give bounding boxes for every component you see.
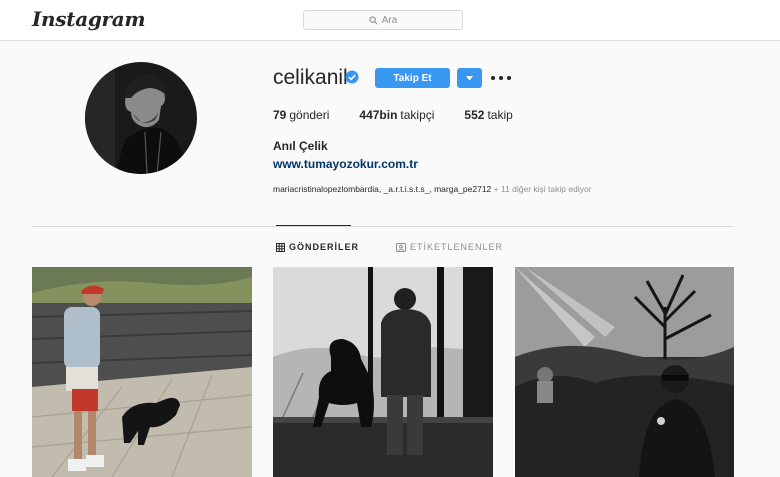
tab-posts[interactable]: GÖNDERİLER <box>276 242 359 252</box>
profile-full-name: Anıl Çelik <box>273 139 328 153</box>
instagram-logo[interactable]: Instagram <box>32 7 146 31</box>
profile-website-link[interactable]: www.tumayozokur.com.tr <box>273 157 418 171</box>
verified-badge-icon <box>345 70 359 84</box>
followers-count: 447bin <box>359 108 398 122</box>
search-placeholder: Ara <box>381 14 398 26</box>
posts-count: 79 <box>273 108 287 122</box>
top-navigation-bar: Instagram Ara <box>0 0 780 41</box>
search-input[interactable]: Ara <box>303 10 463 30</box>
followers-label: takipçi <box>400 108 435 122</box>
tab-posts-label: GÖNDERİLER <box>289 242 360 252</box>
grid-icon <box>276 242 285 252</box>
following-count: 552 <box>464 108 485 122</box>
followed-by-names: mariacristinalopezlombardia, _a.r.t.i.s.… <box>273 184 492 194</box>
more-dot <box>507 76 511 80</box>
followed-by-more: + 11 diğer kişi takip ediyor <box>491 184 592 194</box>
profile-stats: 79 gönderi 447bin takipçi 552 takip <box>273 108 543 122</box>
post-thumbnail-1[interactable] <box>32 267 252 477</box>
more-dot <box>499 76 503 80</box>
profile-username: celikanil <box>273 66 348 89</box>
posts-stat: 79 gönderi <box>273 108 329 122</box>
tab-tagged-label: ETİKETLENENLER <box>410 242 504 252</box>
tabs-divider <box>32 226 734 227</box>
post-thumbnail-3[interactable] <box>515 267 734 477</box>
chevron-down-icon <box>466 75 473 80</box>
followers-stat[interactable]: 447bin takipçi <box>359 108 434 122</box>
profile-avatar[interactable] <box>85 62 197 174</box>
suggestions-dropdown-button[interactable] <box>457 68 482 88</box>
post-thumbnail-2[interactable] <box>273 267 493 477</box>
following-label: takip <box>487 108 513 122</box>
more-dot <box>491 76 495 80</box>
tagged-icon <box>396 242 406 252</box>
follow-button[interactable]: Takip Et <box>375 68 450 88</box>
tab-tagged[interactable]: ETİKETLENENLER <box>396 242 503 252</box>
following-stat[interactable]: 552 takip <box>464 108 512 122</box>
more-options-icon[interactable] <box>491 71 511 85</box>
search-icon <box>369 15 378 24</box>
posts-label: gönderi <box>289 108 330 122</box>
followed-by-text[interactable]: mariacristinalopezlombardia, _a.r.t.i.s.… <box>273 184 592 194</box>
active-tab-indicator <box>276 225 351 226</box>
